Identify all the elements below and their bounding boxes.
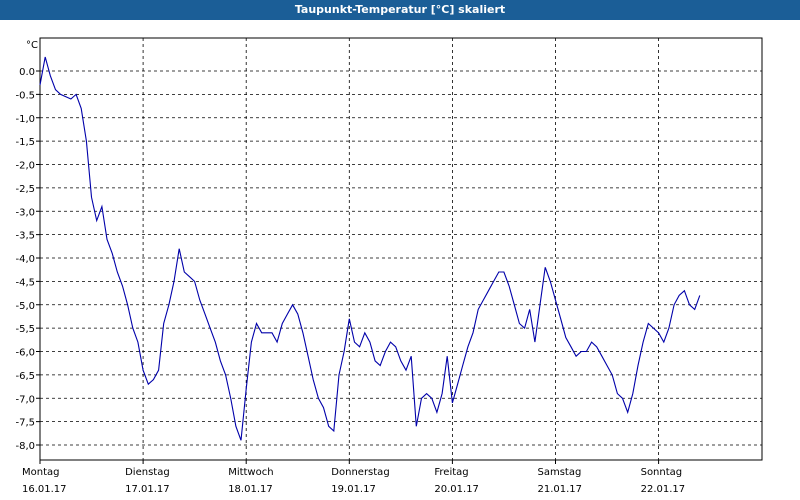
- y-tick-label: -2,5: [15, 184, 35, 195]
- chart-panel: 0.0 -0.5 -1,0 -1,5 -2,0 -2,5 -3,0 -3,5 -4,0 -4,5 -…: [0, 20, 800, 500]
- x-tick-date-label: 16.01.17: [22, 484, 67, 495]
- y-tick-label: -0.5: [15, 90, 35, 101]
- y-tick-label: -3,0: [15, 207, 35, 218]
- x-tick-day-label: Samstag: [538, 467, 582, 478]
- y-tick-label: -7,5: [15, 418, 35, 429]
- y-tick-label: 0.0: [19, 67, 35, 78]
- y-tick-label: -5,5: [15, 324, 35, 335]
- window-title: Taupunkt-Temperatur [°C] skaliert: [0, 0, 800, 20]
- y-tick-label: -6,0: [15, 348, 35, 359]
- x-tick-date-label: 21.01.17: [538, 484, 583, 495]
- y-tick-label: -4,0: [15, 254, 35, 265]
- x-tick-date-label: 20.01.17: [434, 484, 479, 495]
- dewpoint-line-chart: 0.0 -0.5 -1,0 -1,5 -2,0 -2,5 -3,0 -3,5 -4,0 -4,5 -…: [15, 37, 763, 495]
- y-tick-label: -4,5: [15, 277, 35, 288]
- x-tick-date-label: 17.01.17: [125, 484, 170, 495]
- y-tick-label: -2,0: [15, 161, 35, 172]
- y-tick-label: -1,5: [15, 137, 35, 148]
- y-tick-label: -7,0: [15, 394, 35, 405]
- y-tick-label: -1,0: [15, 114, 35, 125]
- x-tick-date-label: 18.01.17: [228, 484, 273, 495]
- y-axis-unit: °C: [26, 40, 38, 51]
- x-tick-day-label: Mittwoch: [228, 467, 273, 478]
- x-tick-date-label: 19.01.17: [331, 484, 376, 495]
- plot-area: [39, 37, 763, 461]
- x-tick-day-label: Donnerstag: [331, 467, 389, 478]
- y-tick-label: -6,5: [15, 371, 35, 382]
- y-tick-label: -5,0: [15, 301, 35, 312]
- x-tick-date-label: 22.01.17: [641, 484, 686, 495]
- y-tick-label: -3,5: [15, 231, 35, 242]
- x-tick-day-label: Freitag: [434, 467, 468, 478]
- x-tick-day-label: Sonntag: [641, 467, 683, 478]
- x-tick-day-label: Dienstag: [125, 467, 170, 478]
- y-tick-label: -8,0: [15, 441, 35, 452]
- x-tick-day-label: Montag: [22, 467, 59, 478]
